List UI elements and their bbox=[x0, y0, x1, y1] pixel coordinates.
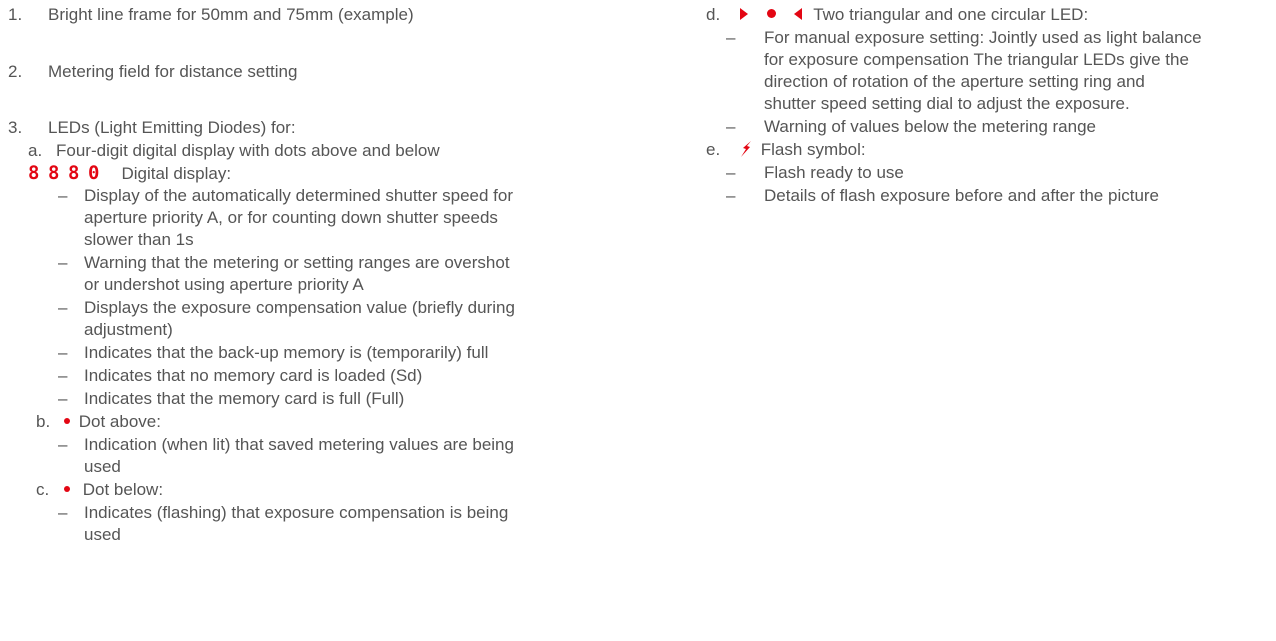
flash-icon bbox=[740, 140, 757, 159]
sub-letter: d. bbox=[706, 5, 721, 24]
bullet: – For manual exposure setting: Jointly u… bbox=[726, 27, 1202, 49]
sub-item-e: e. Flash symbol: bbox=[706, 139, 866, 161]
dash: – bbox=[58, 343, 68, 362]
digital-display-digits: 8880 bbox=[28, 162, 119, 184]
sub-label: Dot below: bbox=[82, 480, 164, 499]
digit: 0 bbox=[88, 162, 100, 184]
bullet: – Indication (when lit) that saved meter… bbox=[58, 434, 514, 456]
bullet: – Details of flash exposure before and a… bbox=[726, 185, 1159, 207]
sub-label: Two triangular and one circular LED: bbox=[813, 5, 1089, 24]
dash: – bbox=[58, 298, 68, 317]
bullet-line: adjustment) bbox=[84, 320, 173, 339]
dash: – bbox=[58, 389, 68, 408]
dash: – bbox=[726, 117, 736, 136]
bullet: – Displays the exposure compensation val… bbox=[58, 297, 515, 319]
dash: – bbox=[726, 163, 736, 182]
digit: 8 bbox=[48, 162, 60, 184]
dash: – bbox=[726, 28, 736, 47]
sub-letter: b. bbox=[36, 412, 51, 431]
bullet-line: Warning that the metering or setting ran… bbox=[84, 253, 510, 272]
digital-display-row: 8880 Digital display: bbox=[28, 162, 231, 185]
bullet-line: Warning of values below the metering ran… bbox=[764, 117, 1096, 136]
bullet-line: Displays the exposure compensation value… bbox=[84, 298, 515, 317]
item-text: Metering field for distance setting bbox=[48, 62, 298, 81]
sub-text: Four-digit digital display with dots abo… bbox=[56, 141, 440, 160]
dash: – bbox=[726, 186, 736, 205]
sub-letter: c. bbox=[36, 480, 50, 499]
dash: – bbox=[58, 366, 68, 385]
bullet: – Warning that the metering or setting r… bbox=[58, 252, 510, 274]
bullet-line: For manual exposure setting: Jointly use… bbox=[764, 28, 1202, 47]
bullet-line: Indicates that the memory card is full (… bbox=[84, 389, 405, 408]
dash: – bbox=[58, 435, 68, 454]
sub-item-a: a. Four-digit digital display with dots … bbox=[28, 140, 440, 162]
bullet-line: Indicates (flashing) that exposure compe… bbox=[84, 503, 509, 522]
sub-letter: a. bbox=[28, 141, 43, 160]
bullet-line: Display of the automatically determined … bbox=[84, 186, 514, 205]
bullet-line: aperture priority A, or for counting dow… bbox=[84, 208, 498, 227]
sub-item-c: c. Dot below: bbox=[36, 479, 163, 501]
triangle-left-led-icon bbox=[794, 7, 803, 20]
bullet-line: direction of rotation of the aperture se… bbox=[764, 72, 1145, 91]
item-number: 2. bbox=[8, 62, 23, 81]
list-item-1: 1. Bright line frame for 50mm and 75mm (… bbox=[8, 4, 414, 26]
bullet-line: Flash ready to use bbox=[764, 163, 904, 182]
sub-label: Dot above: bbox=[78, 412, 161, 431]
bullet-line: for exposure compensation The triangular… bbox=[764, 50, 1189, 69]
bullet-line: Details of flash exposure before and aft… bbox=[764, 186, 1160, 205]
bullet: – Flash ready to use bbox=[726, 162, 904, 184]
dot-above-led-icon bbox=[64, 417, 70, 424]
dash: – bbox=[58, 253, 68, 272]
bullet: – Warning of values below the metering r… bbox=[726, 116, 1096, 138]
bullet-line: used bbox=[84, 457, 121, 476]
bullet: – Indicates that the back-up memory is (… bbox=[58, 342, 488, 364]
bullet-line: shutter speed setting dial to adjust the… bbox=[764, 94, 1130, 113]
digital-display-label: Digital display: bbox=[121, 164, 232, 183]
dash: – bbox=[58, 186, 68, 205]
item-text: LEDs (Light Emitting Diodes) for: bbox=[48, 118, 296, 137]
circle-led-icon bbox=[766, 9, 776, 19]
sub-letter: e. bbox=[706, 140, 721, 159]
item-number: 1. bbox=[8, 5, 23, 24]
item-number: 3. bbox=[8, 118, 23, 137]
bullet: – Indicates that the memory card is full… bbox=[58, 388, 404, 410]
dash: – bbox=[58, 503, 68, 522]
dot-below-led-icon bbox=[64, 485, 70, 492]
bullet-line: or undershot using aperture priority A bbox=[84, 275, 364, 294]
bullet: – Display of the automatically determine… bbox=[58, 185, 513, 207]
bullet-line: slower than 1s bbox=[84, 230, 194, 249]
list-item-2: 2. Metering field for distance setting bbox=[8, 61, 297, 83]
bullet-line: Indicates that the back-up memory is (te… bbox=[84, 343, 489, 362]
item-text: Bright line frame for 50mm and 75mm (exa… bbox=[48, 5, 414, 24]
bullet-line: used bbox=[84, 525, 121, 544]
digit: 8 bbox=[68, 162, 80, 184]
bullet-line: Indication (when lit) that saved meterin… bbox=[84, 435, 514, 454]
list-item-3: 3. LEDs (Light Emitting Diodes) for: bbox=[8, 117, 296, 139]
digit: 8 bbox=[28, 162, 40, 184]
sub-label: Flash symbol: bbox=[760, 140, 866, 159]
bullet: – Indicates that no memory card is loade… bbox=[58, 365, 422, 387]
bullet-line: Indicates that no memory card is loaded … bbox=[84, 366, 423, 385]
triangle-right-led-icon bbox=[740, 7, 748, 20]
sub-item-b: b. Dot above: bbox=[36, 411, 161, 433]
sub-item-d: d. Two triangular and one circular LED: bbox=[706, 4, 1088, 26]
bullet: – Indicates (flashing) that exposure com… bbox=[58, 502, 508, 524]
